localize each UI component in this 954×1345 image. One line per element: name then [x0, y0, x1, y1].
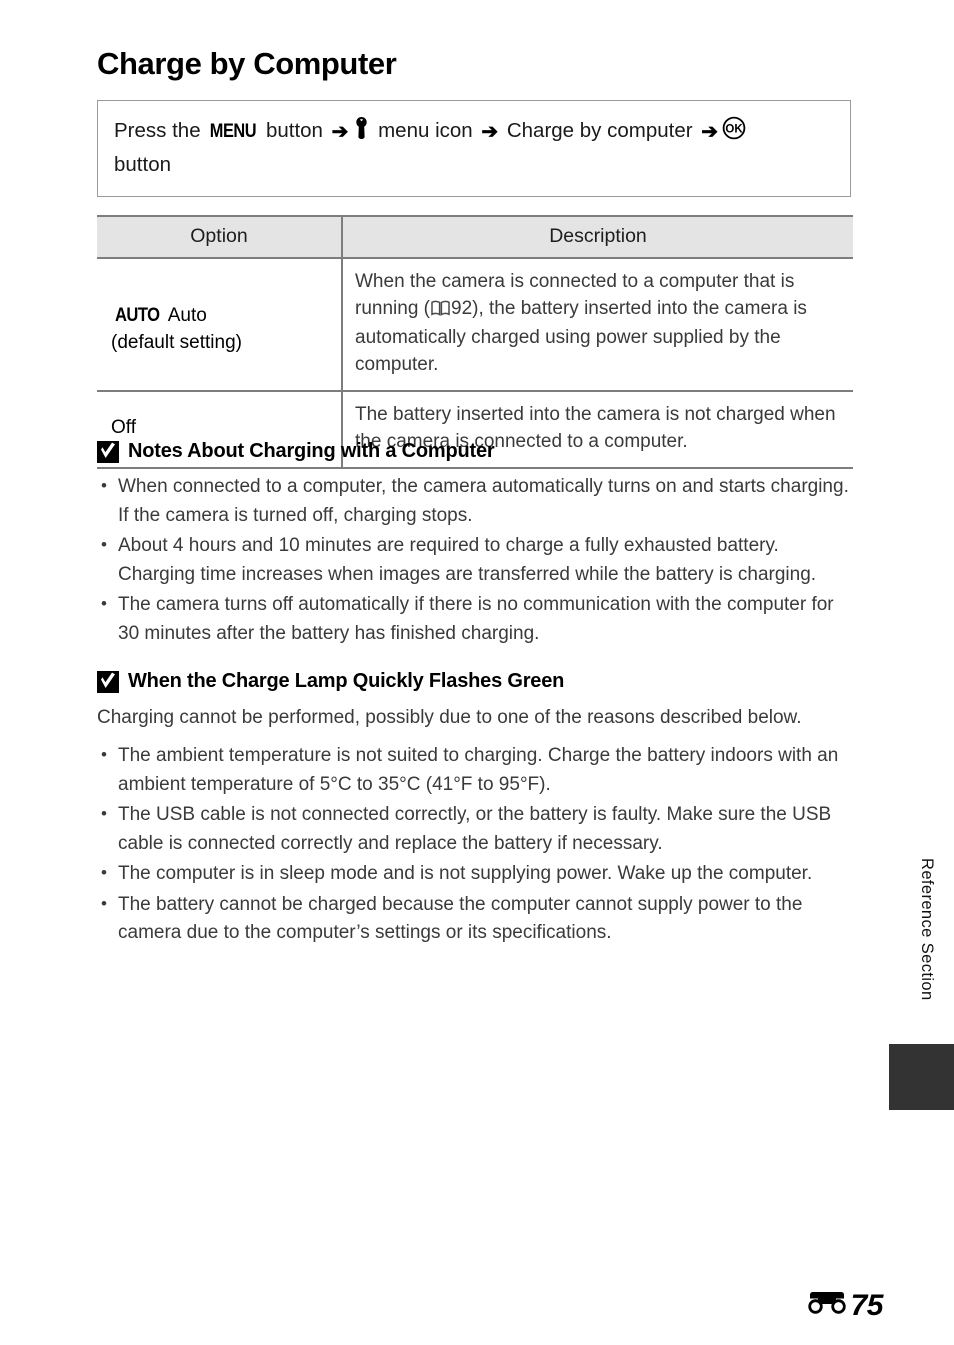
notes-lamp-heading: When the Charge Lamp Quickly Flashes Gre… [97, 670, 853, 693]
list-item: The USB cable is not connected correctly… [97, 800, 853, 858]
list-item: The camera turns off automatically if th… [97, 590, 853, 648]
column-header-option: Option [97, 215, 343, 259]
setup-wrench-icon [353, 117, 370, 148]
notes-charging-heading-text: Notes About Charging with a Computer [128, 440, 495, 462]
options-table: Option Description AUTO Auto (default set… [97, 215, 853, 469]
notes-charging-list: When connected to a computer, the camera… [97, 472, 853, 648]
reference-section-icon [805, 1288, 849, 1323]
list-item: When connected to a computer, the camera… [97, 472, 853, 530]
auto-mode-glyph: AUTO [114, 304, 160, 326]
side-section-label: Reference Section [918, 858, 936, 1001]
table-row: AUTO Auto (default setting) When the came… [97, 258, 853, 392]
instruction-menu-item: Charge by computer [501, 119, 699, 142]
option-label: Auto [163, 305, 207, 326]
column-header-description: Description [342, 215, 853, 259]
menu-path-line-1: Press the MENU button ➔ menu icon ➔ Char… [114, 115, 834, 149]
list-item: About 4 hours and 10 minutes are require… [97, 531, 853, 589]
description-page-ref: 92 [451, 297, 473, 319]
instruction-text-pre: Press the [114, 119, 207, 142]
instruction-text-mid2: menu icon [372, 119, 479, 142]
page-title: Charge by Computer [97, 46, 397, 81]
manual-book-icon [431, 299, 450, 326]
arrow-right-icon-3: ➔ [701, 121, 719, 143]
notes-charging-heading: Notes About Charging with a Computer [97, 440, 853, 463]
list-item: The ambient temperature is not suited to… [97, 741, 853, 799]
menu-path-callout: Press the MENU button ➔ menu icon ➔ Char… [97, 100, 851, 197]
page-number: 75 [850, 1288, 884, 1322]
description-cell-auto: When the camera is connected to a comput… [342, 258, 853, 392]
option-default-note: (default setting) [111, 331, 242, 353]
notes-charging-section: Notes About Charging with a Computer Whe… [97, 440, 853, 650]
option-cell-auto: AUTO Auto (default setting) [97, 258, 343, 392]
menu-button-glyph: MENU [210, 121, 257, 142]
ok-button-icon: OK [722, 116, 746, 149]
menu-path-line-2: button [114, 153, 171, 176]
page-footer: 75 [805, 1288, 884, 1323]
list-item: The battery cannot be charged because th… [97, 890, 853, 948]
table-header-row: Option Description [97, 215, 853, 259]
notes-lamp-lead: Charging cannot be performed, possibly d… [97, 707, 802, 728]
arrow-right-icon-2: ➔ [481, 121, 499, 143]
caution-check-icon [97, 670, 119, 693]
side-section-tab-marker [889, 1044, 954, 1110]
svg-text:OK: OK [725, 124, 743, 136]
arrow-right-icon: ➔ [331, 121, 349, 143]
notes-lamp-list: The ambient temperature is not suited to… [97, 741, 853, 948]
document-page: Charge by Computer Press the MENU button… [0, 0, 954, 1345]
notes-lamp-section: When the Charge Lamp Quickly Flashes Gre… [97, 670, 853, 950]
notes-lamp-heading-text: When the Charge Lamp Quickly Flashes Gre… [128, 670, 565, 692]
instruction-text-mid1: button [260, 119, 329, 142]
option-label: Off [111, 417, 136, 438]
caution-check-icon [97, 440, 119, 463]
list-item: The computer is in sleep mode and is not… [97, 859, 853, 889]
